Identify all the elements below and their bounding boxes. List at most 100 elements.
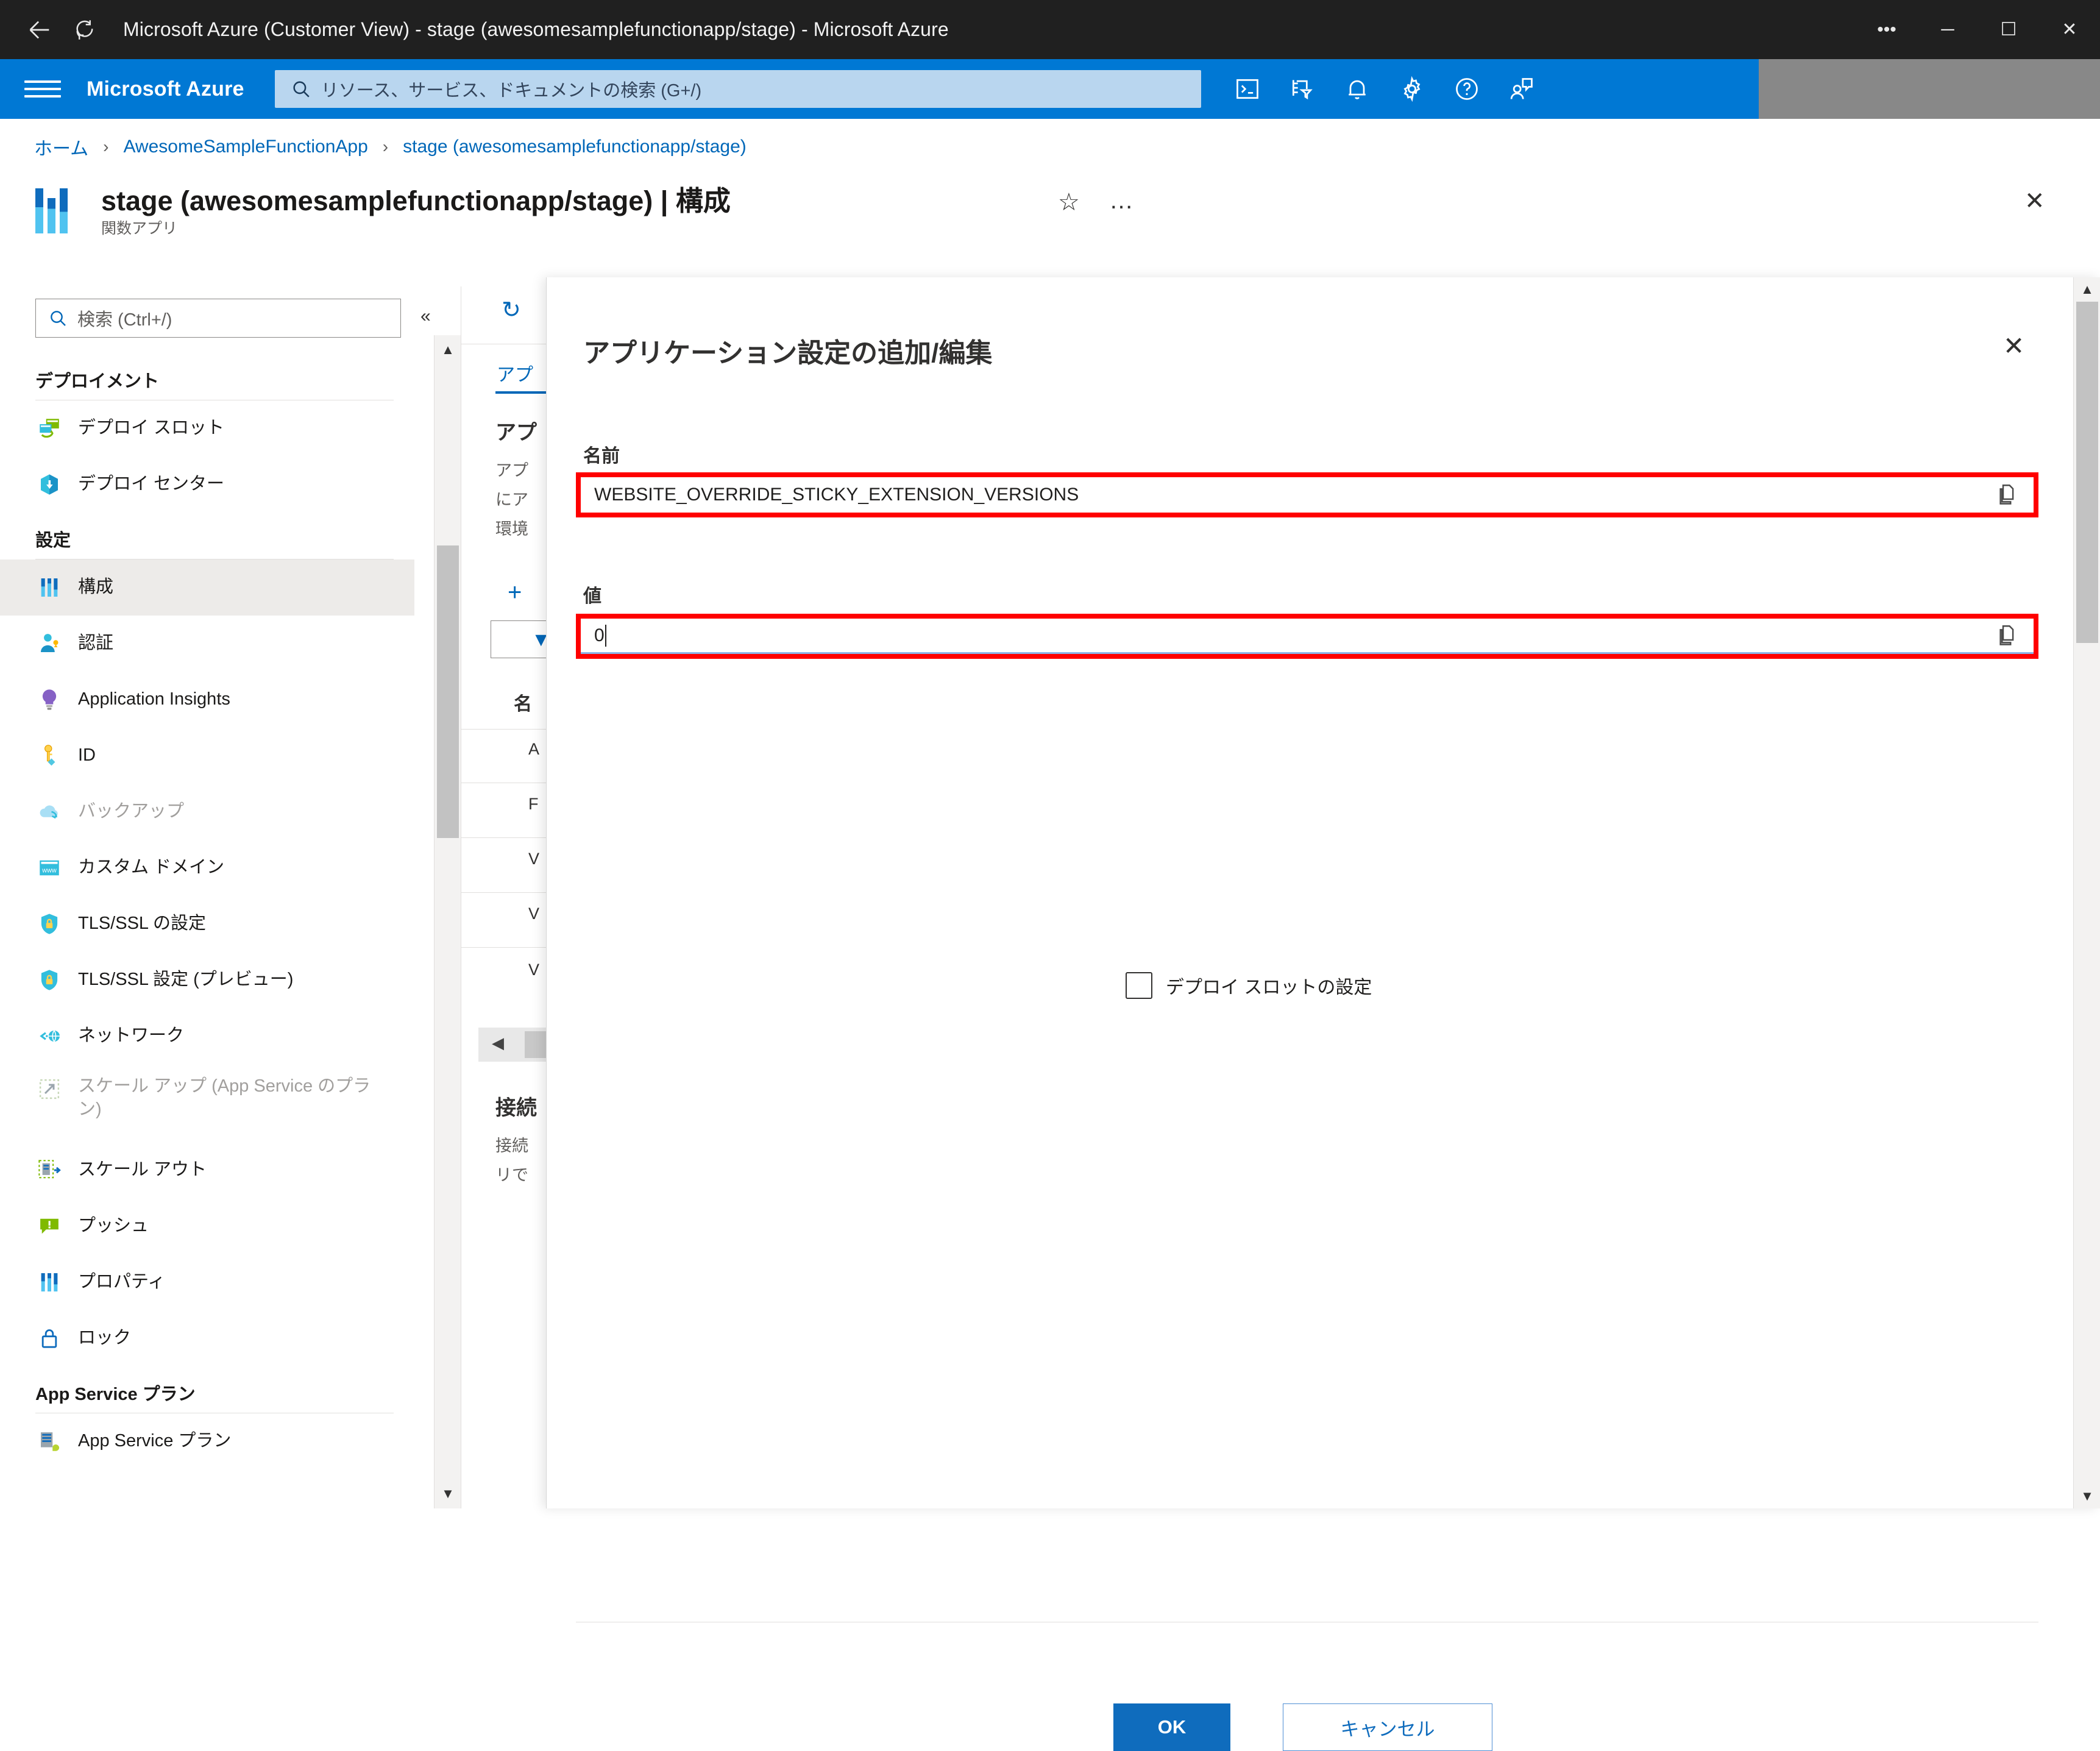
window-controls: ••• ─ ☐ ✕: [1856, 0, 2100, 59]
value-input[interactable]: 0: [581, 619, 2034, 654]
breadcrumb-item-app[interactable]: AwesomeSampleFunctionApp: [123, 137, 367, 157]
breadcrumb: ホーム › AwesomeSampleFunctionApp › stage (…: [0, 119, 2100, 175]
sidebar-item-deployment-center[interactable]: デプロイ センター: [0, 456, 414, 513]
sidebar-item-custom-domain[interactable]: www カスタム ドメイン: [0, 840, 414, 896]
copy-icon[interactable]: [1995, 623, 2020, 648]
text-caret: [605, 625, 606, 647]
tls-ssl-shield-icon: [35, 910, 63, 938]
table-row[interactable]: F: [528, 795, 539, 814]
backup-cloud-icon: [35, 798, 63, 826]
sidebar-search-input[interactable]: 検索 (Ctrl+/): [35, 299, 401, 338]
scroll-up-icon[interactable]: ▲: [2074, 277, 2100, 302]
left-sidebar: 検索 (Ctrl+/) « デプロイメント デプロイ スロット: [0, 286, 434, 1508]
sidebar-item-label: プッシュ: [78, 1215, 149, 1238]
azure-brand-label[interactable]: Microsoft Azure: [87, 77, 244, 101]
properties-icon: [35, 1268, 63, 1296]
sidebar-scroll-thumb[interactable]: [437, 545, 459, 838]
blade-more-icon[interactable]: …: [1109, 187, 1135, 215]
table-row[interactable]: V: [528, 850, 539, 868]
scale-out-icon: [35, 1156, 63, 1184]
sidebar-item-label: デプロイ スロット: [78, 417, 224, 440]
window-titlebar: Microsoft Azure (Customer View) - stage …: [0, 0, 2100, 59]
refresh-icon[interactable]: ↻: [502, 296, 521, 324]
deployment-center-icon: [35, 471, 63, 499]
help-question-icon[interactable]: [1444, 66, 1490, 112]
dialog-scrollbar[interactable]: ▲ ▼: [2073, 277, 2100, 1508]
favorite-star-icon[interactable]: ☆: [1058, 188, 1080, 216]
sidebar-item-label: TLS/SSL 設定 (プレビュー): [78, 968, 293, 992]
directories-filter-icon[interactable]: [1279, 66, 1325, 112]
name-input[interactable]: WEBSITE_OVERRIDE_STICKY_EXTENSION_VERSIO…: [581, 477, 2034, 513]
sidebar-item-networking[interactable]: ネットワーク: [0, 1008, 414, 1064]
sidebar-item-configuration[interactable]: 構成: [0, 559, 414, 616]
sidebar-search-placeholder: 検索 (Ctrl+/): [77, 305, 172, 331]
connection-description-line: 接続: [495, 1134, 528, 1159]
sidebar-scrollbar[interactable]: ▲ ▼: [434, 335, 461, 1508]
checkbox-box[interactable]: [1126, 972, 1152, 999]
sidebar-group-title-app-service-plan: App Service プラン: [0, 1366, 414, 1413]
feedback-smiley-icon[interactable]: [1499, 66, 1545, 112]
sidebar-item-id[interactable]: ID: [0, 728, 414, 784]
account-area[interactable]: [1759, 59, 2100, 119]
breadcrumb-item-slot[interactable]: stage (awesomesamplefunctionapp/stage): [403, 137, 747, 157]
sidebar-item-tls-ssl-settings[interactable]: TLS/SSL の設定: [0, 896, 414, 952]
window-more-button[interactable]: •••: [1856, 0, 1917, 59]
sidebar-item-label: TLS/SSL の設定: [78, 912, 206, 936]
back-arrow-icon[interactable]: [17, 7, 62, 52]
breadcrumb-item-home[interactable]: ホーム: [34, 133, 88, 160]
scroll-down-icon[interactable]: ▼: [435, 1482, 461, 1506]
ok-button[interactable]: OK: [1113, 1703, 1230, 1751]
push-icon: [35, 1212, 63, 1240]
add-setting-button[interactable]: +: [508, 579, 522, 606]
window-maximize-button[interactable]: ☐: [1978, 0, 2039, 59]
app-service-plan-icon: [35, 1427, 63, 1455]
scroll-up-icon[interactable]: ▲: [435, 338, 461, 362]
refresh-icon[interactable]: [62, 7, 107, 52]
scroll-down-icon[interactable]: ▼: [2074, 1484, 2100, 1508]
sidebar-item-authentication[interactable]: 認証: [0, 616, 414, 672]
sidebar-item-scale-out[interactable]: スケール アウト: [0, 1142, 414, 1198]
checkbox-label: デプロイ スロットの設定: [1166, 972, 1372, 999]
connection-strings-heading: 接続: [495, 1091, 537, 1121]
table-row[interactable]: A: [528, 740, 539, 759]
settings-gear-icon[interactable]: [1389, 66, 1435, 112]
deployment-slots-icon: [35, 414, 63, 442]
pager-prev-icon[interactable]: ◀: [492, 1034, 504, 1053]
value-input-value: 0: [594, 625, 605, 646]
svg-text:www: www: [41, 867, 57, 875]
notifications-bell-icon[interactable]: [1334, 66, 1380, 112]
deployment-slot-setting-checkbox[interactable]: デプロイ スロットの設定: [1126, 972, 1372, 999]
cancel-button[interactable]: キャンセル: [1283, 1703, 1492, 1751]
cloud-shell-icon[interactable]: [1224, 66, 1271, 112]
table-row[interactable]: V: [528, 904, 539, 923]
sidebar-item-application-insights[interactable]: Application Insights: [0, 672, 414, 728]
search-icon: [48, 308, 68, 328]
sidebar-item-app-service-plan[interactable]: App Service プラン: [0, 1413, 414, 1469]
sidebar-group-title-settings: 設定: [0, 513, 414, 559]
sidebar-item-deployment-slots[interactable]: デプロイ スロット: [0, 400, 414, 456]
blade-close-icon[interactable]: ✕: [2024, 187, 2045, 215]
sidebar-collapse-icon[interactable]: «: [420, 306, 431, 327]
sidebar-item-label: ネットワーク: [78, 1025, 184, 1048]
sidebar-item-properties[interactable]: プロパティ: [0, 1254, 414, 1310]
sidebar-item-lock[interactable]: ロック: [0, 1310, 414, 1366]
lock-icon: [35, 1324, 63, 1352]
window-close-button[interactable]: ✕: [2039, 0, 2100, 59]
dialog-close-icon[interactable]: ✕: [2003, 331, 2024, 361]
section-description-line: 環境: [495, 517, 528, 542]
global-search-input[interactable]: リソース、サービス、ドキュメントの検索 (G+/): [275, 70, 1201, 108]
sidebar-item-label: プロパティ: [78, 1271, 165, 1294]
value-field-highlight: 0: [576, 614, 2038, 659]
section-description-line: アプ: [495, 458, 528, 484]
menu-hamburger-icon[interactable]: [24, 80, 61, 98]
sidebar-item-tls-ssl-settings-preview[interactable]: TLS/SSL 設定 (プレビュー): [0, 952, 414, 1008]
azure-top-nav: Microsoft Azure リソース、サービス、ドキュメントの検索 (G+/…: [0, 59, 2100, 119]
dialog-scroll-thumb[interactable]: [2076, 302, 2098, 643]
sidebar-item-push[interactable]: プッシュ: [0, 1198, 414, 1254]
page-subtitle: 関数アプリ: [101, 216, 177, 238]
tab-application-settings[interactable]: アプ: [497, 360, 533, 386]
value-field-label: 値: [583, 581, 601, 608]
table-row[interactable]: V: [528, 961, 539, 979]
window-minimize-button[interactable]: ─: [1917, 0, 1978, 59]
copy-icon[interactable]: [1995, 482, 2020, 508]
